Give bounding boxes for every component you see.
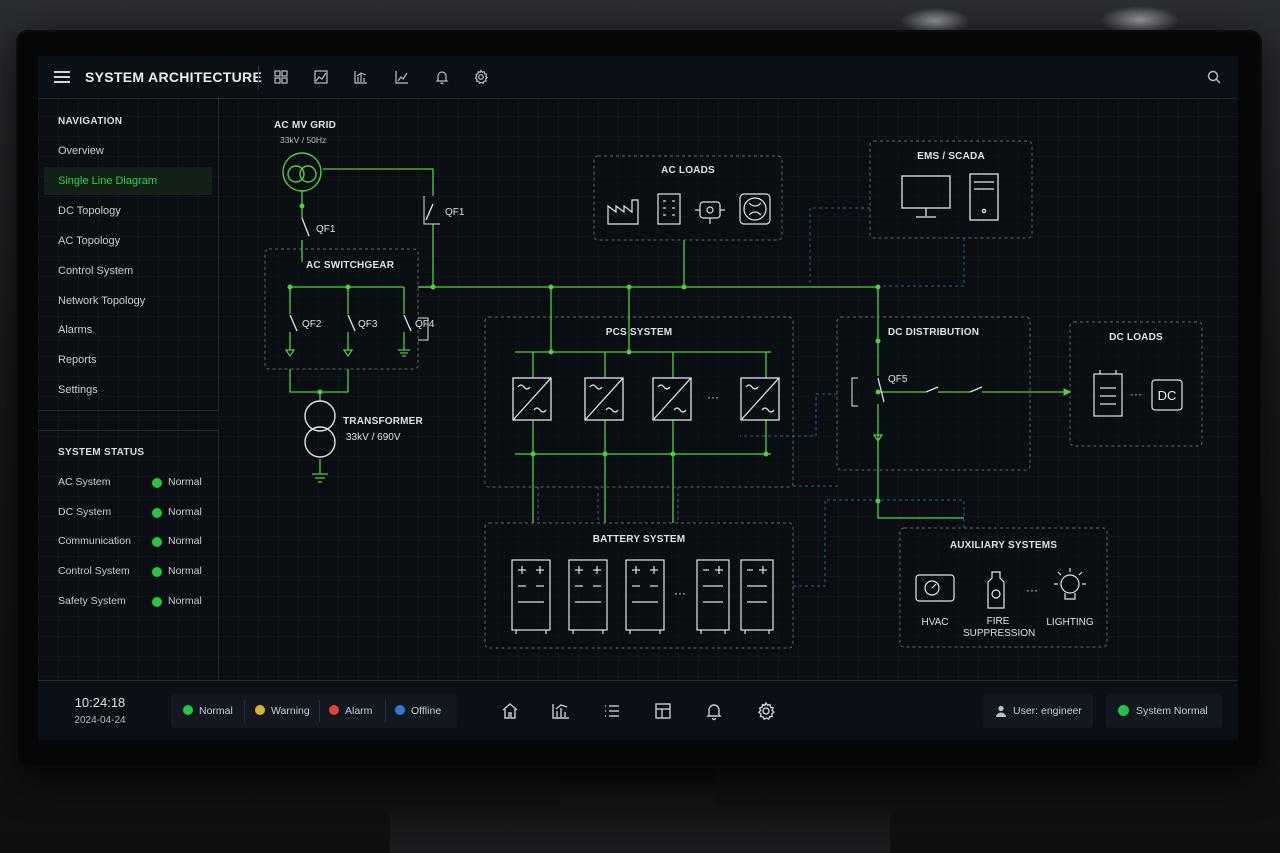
ceiling-light: [1100, 6, 1180, 34]
ems-scada-title: EMS / SCADA: [917, 151, 985, 162]
list-icon[interactable]: [602, 701, 622, 721]
monitor-stand-base: [390, 806, 890, 853]
bottom-bar: 10:24:18 2024-04-24 Normal Warning Alarm…: [38, 680, 1238, 740]
grid-source-icon: [282, 152, 322, 192]
qf1-left-label: QF1: [316, 224, 336, 235]
dc-distribution-box: [836, 316, 1031, 471]
qf3-label: QF3: [358, 319, 378, 330]
hvac-label: HVAC: [921, 617, 949, 628]
legend-dot: [329, 705, 339, 715]
legend-alarm: Alarm: [329, 694, 372, 728]
dc-loads-ellipsis: ···: [1130, 387, 1142, 401]
bar-chart-icon[interactable]: [551, 701, 571, 721]
user-indicator[interactable]: User: engineer: [983, 694, 1093, 728]
divider: [385, 700, 386, 722]
dc-device-label: DC: [1157, 388, 1177, 403]
pcs-system-box: [484, 316, 794, 488]
qf5-label: QF5: [888, 374, 908, 385]
app-screen: SYSTEM ARCHITECTURE NAVIGATION Overview …: [38, 56, 1238, 740]
user-icon: [996, 705, 1006, 717]
legend-normal: Normal: [183, 694, 233, 728]
status-legend: Normal Warning Alarm Offline: [171, 694, 457, 728]
legend-warning: Warning: [255, 694, 310, 728]
clock-date: 2024-04-24: [74, 715, 126, 726]
layout-icon[interactable]: [653, 701, 673, 721]
ceiling-light: [900, 8, 970, 34]
ac-switchgear-title: AC SWITCHGEAR: [306, 260, 395, 271]
legend-offline: Offline: [395, 694, 441, 728]
qf2-label: QF2: [302, 319, 322, 330]
divider: [244, 700, 245, 722]
legend-label: Alarm: [345, 705, 373, 717]
qf1-right-label: QF1: [445, 207, 465, 218]
battery-ellipsis: ···: [674, 586, 686, 600]
divider: [319, 700, 320, 722]
legend-label: Normal: [199, 705, 233, 717]
gear-icon[interactable]: [756, 701, 776, 721]
system-status-indicator: System Normal: [1106, 694, 1222, 728]
legend-dot: [255, 705, 265, 715]
transformer-title: TRANSFORMER: [343, 416, 423, 427]
grid-rating: 33kV / 50Hz: [280, 135, 327, 145]
legend-label: Warning: [271, 705, 310, 717]
legend-label: Offline: [411, 705, 442, 717]
lighting-label: LIGHTING: [1046, 617, 1094, 628]
fire-label-line2: SUPPRESSION: [963, 628, 1036, 639]
legend-dot: [395, 705, 405, 715]
pcs-system-title: PCS SYSTEM: [605, 327, 673, 338]
auxiliary-ellipsis: ···: [1026, 583, 1038, 597]
battery-system-title: BATTERY SYSTEM: [592, 534, 686, 545]
bell-icon[interactable]: [704, 701, 724, 721]
home-icon[interactable]: [500, 701, 520, 721]
transformer-rating: 33kV / 690V: [346, 432, 401, 443]
status-dot: [1118, 705, 1129, 716]
transformer-icon: [304, 400, 336, 458]
dc-loads-title: DC LOADS: [1109, 332, 1163, 343]
qf4-label: QF4: [415, 319, 435, 330]
legend-dot: [183, 705, 193, 715]
dc-distribution-title: DC DISTRIBUTION: [887, 327, 980, 338]
user-label: User: engineer: [1013, 705, 1082, 717]
auxiliary-systems-title: AUXILIARY SYSTEMS: [949, 540, 1058, 551]
system-status-label: System Normal: [1136, 705, 1208, 717]
grid-title: AC MV GRID: [274, 120, 336, 131]
ac-loads-title: AC LOADS: [661, 165, 715, 176]
fire-label-line1: FIRE: [986, 616, 1010, 627]
single-line-diagram: [264, 140, 1203, 649]
clock-time: 10:24:18: [74, 695, 126, 710]
pcs-ellipsis: ···: [707, 390, 719, 404]
